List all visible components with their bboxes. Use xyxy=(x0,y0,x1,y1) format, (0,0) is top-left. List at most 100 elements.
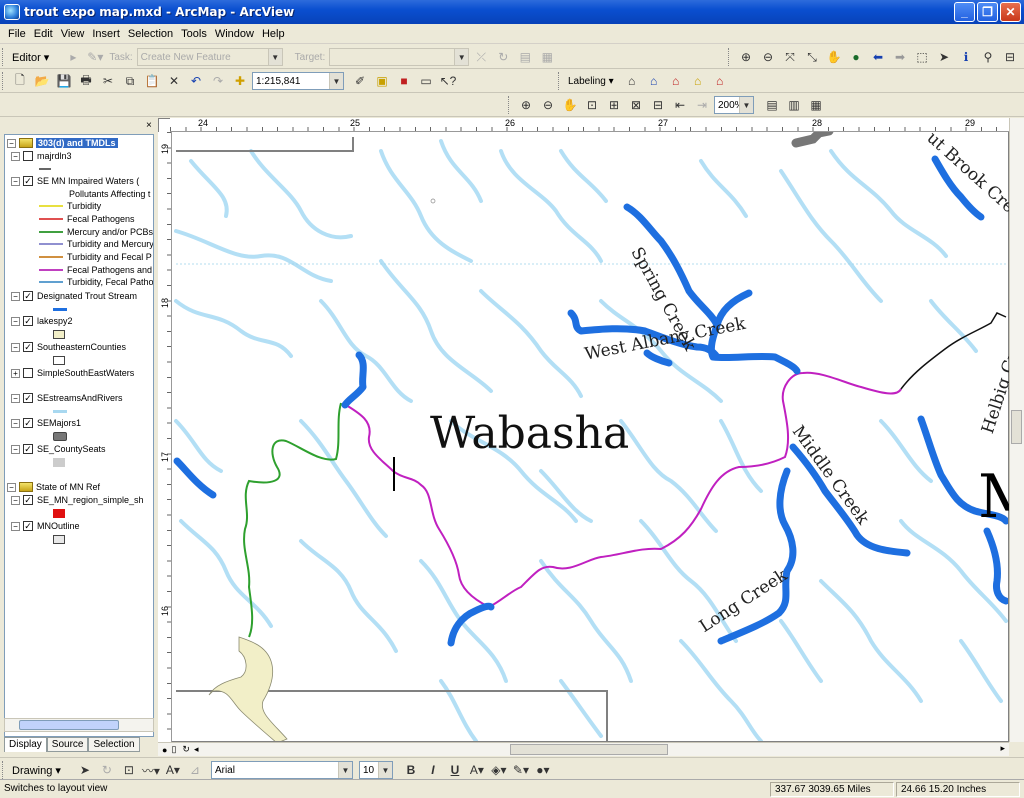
layer-checkbox[interactable]: ✓ xyxy=(23,176,33,186)
select-elements-arrow-icon[interactable]: ➤ xyxy=(934,47,954,67)
collapse-icon[interactable]: − xyxy=(11,342,20,352)
toc-layer-streams-rivers[interactable]: − ✓ SEstreamsAndRivers xyxy=(11,392,123,404)
toc-layer-semajors1[interactable]: − ✓ SEMajors1 xyxy=(11,417,81,429)
layer-checkbox[interactable]: ✓ xyxy=(23,495,33,505)
target-dropdown[interactable]: ▼ xyxy=(329,48,470,66)
font-size-dropdown[interactable]: 10 ▼ xyxy=(358,761,393,779)
label-manager-icon[interactable]: ⌂ xyxy=(622,71,642,91)
map-horizontal-scrollbar[interactable]: ● ▯ ↻ ◂ ▸ xyxy=(158,742,1009,756)
find-binoculars-icon[interactable]: ⚲ xyxy=(978,47,998,67)
label-priority-icon[interactable]: ⌂ xyxy=(644,71,664,91)
whats-this-help-icon[interactable]: ↖? xyxy=(438,71,458,91)
editor-menu-button[interactable]: Editor ▾ xyxy=(10,51,51,64)
data-view-icon[interactable]: ● xyxy=(162,745,167,755)
zoom-to-elements-icon[interactable]: ⊡ xyxy=(119,760,139,780)
print-icon[interactable]: 🖶 xyxy=(76,71,96,91)
sketch-properties-icon[interactable]: ▦ xyxy=(537,47,557,67)
fixed-zoom-in-icon[interactable]: ⤧ xyxy=(780,47,800,67)
fixed-zoom-in-page-icon[interactable]: ⊠ xyxy=(626,95,646,115)
toggle-draft-mode-icon[interactable]: ▤ xyxy=(762,95,782,115)
attributes-icon[interactable]: ▤ xyxy=(515,47,535,67)
focus-data-frame-icon[interactable]: ▥ xyxy=(784,95,804,115)
toolbar-grip[interactable] xyxy=(508,96,511,114)
maximize-button[interactable]: ❐ xyxy=(977,2,998,22)
layer-checkbox[interactable]: ✓ xyxy=(23,393,33,403)
scroll-thumb[interactable] xyxy=(19,720,119,730)
collapse-icon[interactable]: − xyxy=(11,176,20,186)
fixed-zoom-out-icon[interactable]: ⤡ xyxy=(802,47,822,67)
toc-layer-county-seats[interactable]: − ✓ SE_CountySeats xyxy=(11,443,106,455)
next-extent-icon[interactable]: ⇥ xyxy=(692,95,712,115)
change-layout-icon[interactable]: ▦ xyxy=(806,95,826,115)
labeling-menu-button[interactable]: Labeling ▾ xyxy=(566,76,616,87)
toolbar-grip[interactable] xyxy=(2,48,5,66)
pan-hand-icon[interactable]: ✋ xyxy=(824,47,844,67)
toc-layer-majrdln3[interactable]: − majrdln3 xyxy=(11,150,72,162)
close-button[interactable]: ✕ xyxy=(1000,2,1021,22)
toc-close-button[interactable]: × xyxy=(146,120,152,131)
tab-source[interactable]: Source xyxy=(46,737,89,752)
collapse-icon[interactable]: − xyxy=(11,418,20,428)
marker-color-icon[interactable]: ●▾ xyxy=(533,760,553,780)
layout-zoom-out-icon[interactable]: ⊖ xyxy=(538,95,558,115)
sketch-tool-icon[interactable]: ✎▾ xyxy=(85,47,105,67)
collapse-icon[interactable]: − xyxy=(7,482,16,492)
minimize-button[interactable]: _ xyxy=(954,2,975,22)
layer-checkbox[interactable]: ✓ xyxy=(23,316,33,326)
underline-button[interactable]: U xyxy=(445,760,465,780)
menu-edit[interactable]: Edit xyxy=(30,28,57,40)
toc-layer-lakespy2[interactable]: − ✓ lakespy2 xyxy=(11,315,73,327)
split-tool-icon[interactable]: ⤫ xyxy=(471,47,491,67)
menu-selection[interactable]: Selection xyxy=(124,28,177,40)
toc-layer-simple-waters[interactable]: + SimpleSouthEastWaters xyxy=(11,367,134,379)
layer-checkbox[interactable]: ✓ xyxy=(23,291,33,301)
rotate-element-icon[interactable]: ↻ xyxy=(97,760,117,780)
fill-color-icon[interactable]: ◈▾ xyxy=(489,760,509,780)
copy-icon[interactable]: ⧉ xyxy=(120,71,140,91)
fixed-zoom-out-page-icon[interactable]: ⊟ xyxy=(648,95,668,115)
toc-horizontal-scrollbar[interactable] xyxy=(4,718,154,732)
task-dropdown[interactable]: Create New Feature ▼ xyxy=(136,48,283,66)
arctoolbox-icon[interactable]: ■ xyxy=(394,71,414,91)
menu-window[interactable]: Window xyxy=(211,28,258,40)
bold-button[interactable]: B xyxy=(401,760,421,780)
italic-button[interactable]: I xyxy=(423,760,443,780)
delete-icon[interactable]: ✕ xyxy=(164,71,184,91)
identify-icon[interactable]: ℹ xyxy=(956,47,976,67)
redo-icon[interactable]: ↷ xyxy=(208,71,228,91)
collapse-icon[interactable]: − xyxy=(11,151,20,161)
forward-arrow-icon[interactable]: ➡ xyxy=(890,47,910,67)
toc-layer-impaired-waters[interactable]: − ✓ SE MN Impaired Waters ( xyxy=(11,175,139,187)
label-weight-icon[interactable]: ⌂ xyxy=(666,71,686,91)
collapse-icon[interactable]: − xyxy=(11,495,20,505)
scroll-right-arrow-icon[interactable]: ▸ xyxy=(1000,743,1005,754)
toc-dataframe[interactable]: − 303(d) and TMDLs xyxy=(7,137,118,149)
zoom-whole-page-icon[interactable]: ⊡ xyxy=(582,95,602,115)
font-dropdown[interactable]: Arial ▼ xyxy=(210,761,353,779)
text-tool-icon[interactable]: A▾ xyxy=(163,760,183,780)
select-elements-icon[interactable]: ➤ xyxy=(75,760,95,780)
layer-checkbox[interactable]: ✓ xyxy=(23,444,33,454)
arcmap-app-icon[interactable] xyxy=(4,4,20,20)
toolbar-grip[interactable] xyxy=(2,761,5,779)
toolbar-grip[interactable] xyxy=(558,72,561,90)
zoom-in-icon[interactable]: ⊕ xyxy=(736,47,756,67)
layer-checkbox[interactable]: ✓ xyxy=(23,521,33,531)
toc-layer-trout-streams[interactable]: − ✓ Designated Trout Stream xyxy=(11,290,137,302)
collapse-icon[interactable]: − xyxy=(11,444,20,454)
map-scale-dropdown[interactable]: 1:215,841 ▼ xyxy=(252,72,344,90)
scroll-thumb[interactable] xyxy=(510,744,668,755)
full-extent-globe-icon[interactable]: ● xyxy=(846,47,866,67)
undo-icon[interactable]: ↶ xyxy=(186,71,206,91)
paste-icon[interactable]: 📋 xyxy=(142,71,162,91)
edit-tool-icon[interactable]: ▸ xyxy=(63,47,83,67)
measure-icon[interactable]: ⊟ xyxy=(1000,47,1020,67)
arccatalog-icon[interactable]: ▣ xyxy=(372,71,392,91)
toc-dataframe-state-ref[interactable]: − State of MN Ref xyxy=(7,481,100,493)
back-arrow-icon[interactable]: ⬅ xyxy=(868,47,888,67)
save-icon[interactable]: 💾 xyxy=(54,71,74,91)
collapse-icon[interactable]: − xyxy=(7,138,16,148)
layout-zoom-in-icon[interactable]: ⊕ xyxy=(516,95,536,115)
toc-layer-region[interactable]: − ✓ SE_MN_region_simple_sh xyxy=(11,494,144,506)
add-data-icon[interactable]: ✚ xyxy=(230,71,250,91)
